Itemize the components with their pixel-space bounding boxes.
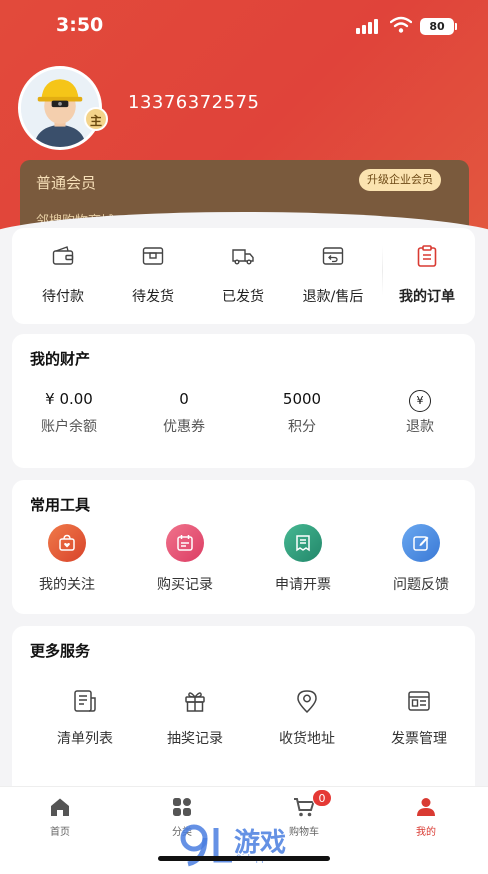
category-icon xyxy=(173,798,191,816)
role-badge: 主 xyxy=(84,107,108,131)
heart-bag-icon xyxy=(48,524,86,562)
location-icon xyxy=(297,690,317,714)
user-icon xyxy=(417,798,435,816)
yen-circle-icon: ¥ xyxy=(409,390,431,412)
service-list[interactable]: 清单列表 xyxy=(30,688,140,748)
tool-label: 问题反馈 xyxy=(393,577,449,593)
profile-header: 3:50 80 主 13376372575 普通会员 升级企业会员 邻搜购物商城 xyxy=(0,0,488,232)
assets-card: 我的财产 ¥ 0.00 账户余额 0 优惠券 5000 积分 ¥ 退款 xyxy=(12,334,475,468)
asset-label: 账户余额 xyxy=(41,419,97,435)
order-label: 待发货 xyxy=(132,289,174,305)
order-label: 已发货 xyxy=(222,289,264,305)
home-indicator xyxy=(158,856,330,861)
order-label: 退款/售后 xyxy=(302,289,364,305)
battery-icon: 80 xyxy=(420,18,457,35)
tool-purchase-records[interactable]: 购买记录 xyxy=(130,524,240,594)
signal-icon xyxy=(356,18,382,34)
upgrade-member-button[interactable]: 升级企业会员 xyxy=(359,169,441,191)
asset-value: ¥ 0.00 xyxy=(45,390,93,408)
order-label: 待付款 xyxy=(42,289,84,305)
list-icon xyxy=(74,690,96,712)
asset-label: 积分 xyxy=(288,419,316,435)
asset-coupons[interactable]: 0 优惠券 xyxy=(129,388,239,436)
tools-card: 常用工具 我的关注 购买记录 申请开票 问题反馈 xyxy=(12,480,475,614)
service-label: 清单列表 xyxy=(57,731,113,747)
service-invoices[interactable]: 发票管理 xyxy=(364,688,474,748)
watermark: 游戏 9idapp.com xyxy=(178,818,318,870)
invoice-icon xyxy=(408,691,430,711)
asset-refund[interactable]: ¥ 退款 xyxy=(365,388,475,436)
asset-balance[interactable]: ¥ 0.00 账户余额 xyxy=(14,388,124,436)
cart-badge: 0 xyxy=(312,789,332,807)
truck-icon xyxy=(232,249,254,265)
wallet-icon xyxy=(52,246,74,265)
home-icon xyxy=(51,798,69,816)
asset-value: 0 xyxy=(179,390,189,408)
asset-points[interactable]: 5000 积分 xyxy=(247,388,357,436)
receipt-icon xyxy=(284,524,322,562)
tab-mine[interactable]: 我的 xyxy=(366,795,486,838)
services-title: 更多服务 xyxy=(30,642,91,660)
tools-title: 常用工具 xyxy=(30,496,91,514)
member-level: 普通会员 xyxy=(36,174,97,192)
package-icon xyxy=(142,247,164,265)
tool-label: 我的关注 xyxy=(39,577,95,593)
asset-value: 5000 xyxy=(282,390,322,408)
tool-feedback[interactable]: 问题反馈 xyxy=(366,524,476,594)
assets-title: 我的财产 xyxy=(30,350,91,368)
asset-label: 优惠券 xyxy=(163,419,205,435)
order-shipped[interactable]: 已发货 xyxy=(198,228,288,324)
order-refund[interactable]: 退款/售后 xyxy=(288,228,378,324)
wifi-icon xyxy=(390,16,412,33)
order-pending-shipment[interactable]: 待发货 xyxy=(108,228,198,324)
tab-label: 首页 xyxy=(50,827,70,838)
tool-my-follows[interactable]: 我的关注 xyxy=(12,524,122,594)
order-label: 我的订单 xyxy=(399,289,455,305)
status-bar: 3:50 80 xyxy=(0,0,488,54)
tab-home[interactable]: 首页 xyxy=(0,795,120,838)
order-shortcuts: 待付款 待发货 已发货 退款/售后 我的订单 xyxy=(12,228,475,324)
gift-icon xyxy=(185,692,205,712)
service-addresses[interactable]: 收货地址 xyxy=(252,688,362,748)
return-icon xyxy=(322,247,344,265)
tool-label: 购买记录 xyxy=(157,577,213,593)
status-time: 3:50 xyxy=(56,14,104,36)
tab-label: 我的 xyxy=(416,827,436,838)
edit-icon xyxy=(402,524,440,562)
order-all-orders[interactable]: 我的订单 xyxy=(382,228,472,324)
clipboard-icon xyxy=(417,245,437,267)
service-label: 抽奖记录 xyxy=(167,731,223,747)
asset-label: 退款 xyxy=(406,419,434,435)
avatar-image xyxy=(21,69,99,147)
service-label: 发票管理 xyxy=(391,731,447,747)
service-lottery-records[interactable]: 抽奖记录 xyxy=(140,688,250,748)
calendar-icon xyxy=(166,524,204,562)
tool-apply-invoice[interactable]: 申请开票 xyxy=(248,524,358,594)
service-label: 收货地址 xyxy=(279,731,335,747)
phone-number: 13376372575 xyxy=(128,92,260,113)
order-pending-payment[interactable]: 待付款 xyxy=(18,228,108,324)
tool-label: 申请开票 xyxy=(275,577,331,593)
